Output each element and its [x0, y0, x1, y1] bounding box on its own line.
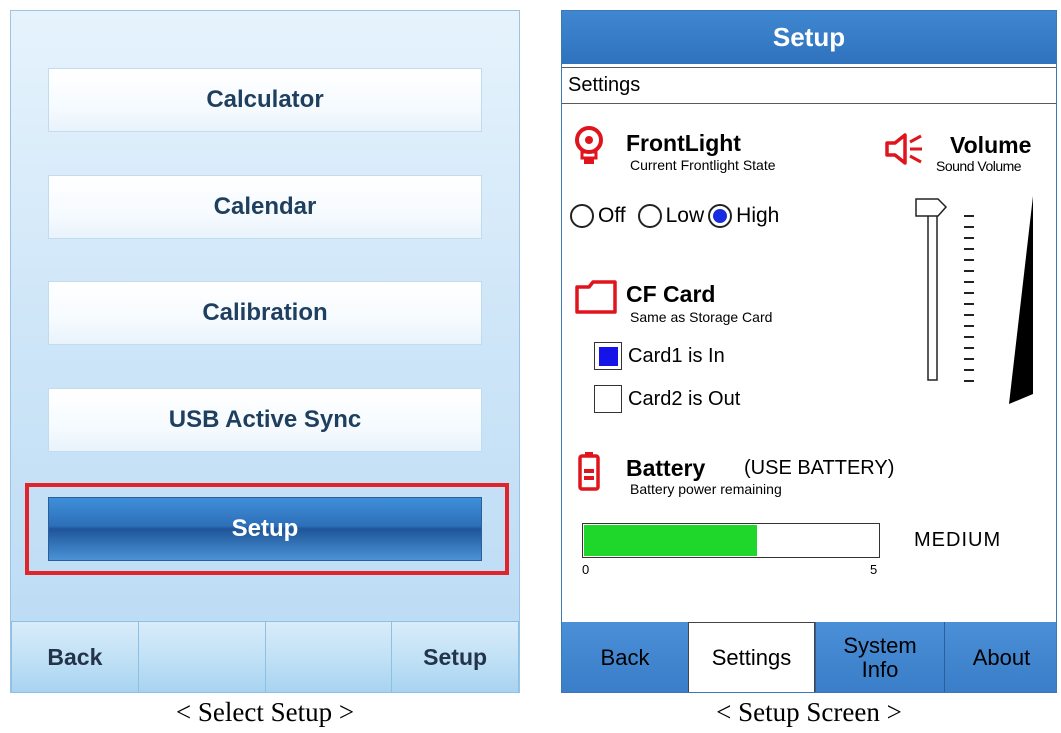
card2-checkbox-row[interactable]: Card2 is Out: [594, 385, 740, 413]
battery-level-label: MEDIUM: [914, 529, 1002, 551]
battery-scale-max: 5: [870, 562, 878, 577]
radio-label-low: Low: [665, 204, 705, 227]
frontlight-radio-group: Off Low High: [570, 204, 791, 228]
frontlight-subtitle: Current Frontlight State: [630, 157, 776, 173]
settings-subheader: Settings: [562, 67, 1056, 104]
calculator-button[interactable]: Calculator: [48, 68, 482, 132]
radio-circle: [570, 204, 594, 228]
checkbox-checked-fill: [598, 346, 618, 366]
card2-checkbox[interactable]: [594, 385, 622, 413]
card2-label: Card2 is Out: [628, 387, 741, 410]
tab-back[interactable]: Back: [562, 622, 688, 692]
volume-slider[interactable]: [912, 194, 1042, 404]
battery-subtitle: Battery power remaining: [630, 481, 782, 497]
right-caption: < Setup Screen >: [716, 697, 902, 727]
radio-label-off: Off: [598, 204, 626, 227]
battery-title: Battery: [626, 455, 706, 481]
frontlight-low-radio[interactable]: Low: [637, 204, 705, 228]
calendar-button[interactable]: Calendar: [48, 175, 482, 239]
volume-subtitle: Sound Volume: [936, 158, 1022, 174]
window-title: Setup: [562, 11, 1056, 64]
radio-selected-dot: [713, 209, 728, 223]
radio-label-high: High: [736, 204, 780, 227]
battery-progress-fill: [584, 525, 757, 556]
setup-highlight-box: [25, 483, 509, 575]
volume-ticks: [964, 215, 974, 382]
cf-card-subtitle: Same as Storage Card: [630, 309, 773, 325]
left-caption: < Select Setup >: [175, 697, 355, 727]
back-button[interactable]: Back: [11, 621, 138, 693]
volume-slider-track: [927, 213, 938, 381]
radio-circle: [637, 204, 662, 228]
usb-active-sync-button[interactable]: USB Active Sync: [48, 388, 482, 452]
frontlight-title: FrontLight: [626, 130, 741, 156]
cf-card-title: CF Card: [626, 281, 716, 307]
frontlight-high-radio[interactable]: High: [708, 204, 779, 228]
volume-slider-thumb[interactable]: [915, 198, 948, 217]
card1-checkbox-row[interactable]: Card1 is In: [594, 342, 725, 370]
setup-bar-button[interactable]: Setup: [391, 621, 519, 693]
battery-progress-bar: [582, 523, 880, 558]
battery-scale-min: 0: [582, 562, 590, 577]
volume-level-wedge: [1009, 196, 1033, 404]
card1-checkbox[interactable]: [594, 342, 622, 370]
speaker-icon: [885, 133, 922, 165]
card1-label: Card1 is In: [628, 344, 725, 367]
left-bottom-bar: Back Setup: [11, 621, 519, 693]
folder-icon: [575, 280, 617, 314]
setup-settings-screen: Setup Settings FrontLight Current Frontl…: [561, 10, 1057, 693]
volume-title: Volume: [950, 132, 1032, 158]
battery-status: (USE BATTERY): [744, 457, 895, 479]
bottom-bar-empty-slot-2[interactable]: [264, 621, 392, 693]
battery-icon: [578, 452, 600, 491]
tab-about[interactable]: About: [944, 622, 1056, 692]
calibration-button[interactable]: Calibration: [48, 281, 482, 345]
radio-circle-selected: [708, 204, 733, 228]
tab-system-info[interactable]: System Info: [815, 622, 944, 692]
frontlight-off-radio[interactable]: Off: [570, 204, 626, 228]
bulb-icon: [575, 126, 603, 164]
bottom-bar-empty-slot-1[interactable]: [137, 621, 265, 693]
tab-settings[interactable]: Settings: [688, 622, 815, 692]
bottom-tab-bar: Back Settings System Info About: [562, 622, 1056, 692]
select-setup-screen: Calculator Calendar Calibration USB Acti…: [10, 10, 520, 693]
